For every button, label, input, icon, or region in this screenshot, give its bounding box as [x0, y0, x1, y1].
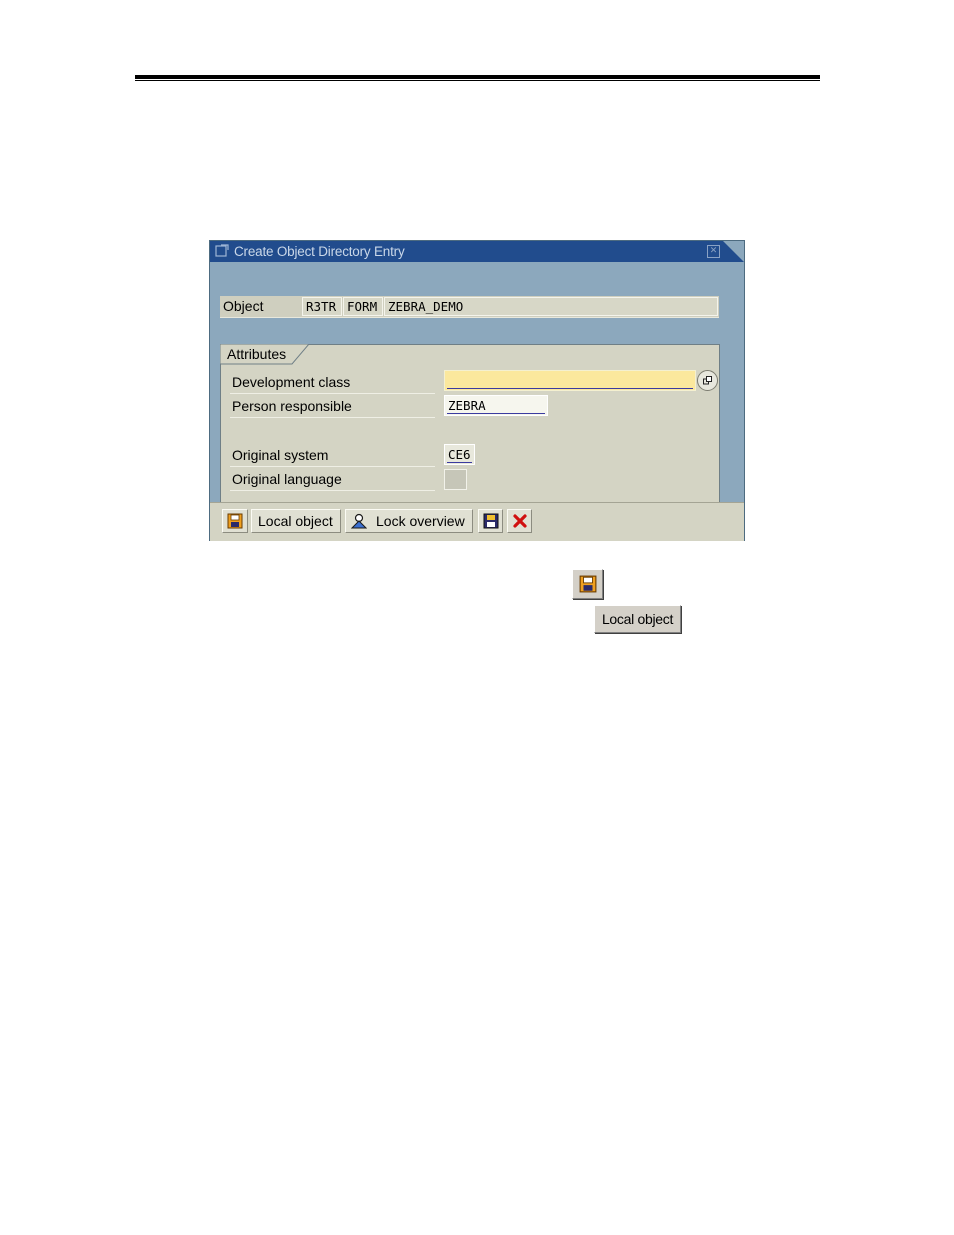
person-responsible-input[interactable]: ZEBRA: [444, 395, 548, 416]
original-system-input[interactable]: CE6: [444, 444, 475, 465]
lock-overview-button-label: Lock overview: [376, 513, 465, 529]
save-to-request-icon: [483, 513, 499, 529]
original-language-input[interactable]: [444, 469, 467, 490]
save-icon: [227, 513, 243, 529]
object-name-field: ZEBRA_DEMO: [384, 297, 718, 316]
original-system-label: Original system: [232, 447, 329, 463]
object-row: Object R3TR FORM ZEBRA_DEMO: [220, 296, 719, 318]
object-type-field: FORM: [343, 297, 383, 316]
titlebar-corner: [723, 241, 744, 262]
object-pgmid-field: R3TR: [302, 297, 342, 316]
original-system-row: Original system: [230, 442, 435, 467]
original-language-row: Original language: [230, 466, 435, 491]
dialog-titlebar: Create Object Directory Entry ✕: [210, 241, 744, 262]
development-class-search-help-button[interactable]: [697, 370, 718, 391]
header-rule-thin: [135, 80, 820, 81]
dialog-title: Create Object Directory Entry: [234, 244, 405, 259]
standalone-save-button[interactable]: [572, 569, 603, 599]
development-class-row: Development class: [230, 369, 435, 394]
lock-overview-icon: [351, 513, 367, 529]
save-to-request-button[interactable]: [478, 509, 503, 533]
local-object-button[interactable]: Local object: [251, 509, 341, 533]
attributes-group-tab: Attributes: [220, 344, 310, 365]
development-class-input[interactable]: [444, 370, 696, 391]
person-responsible-row: Person responsible: [230, 393, 435, 418]
object-label: Object: [223, 298, 264, 314]
dialog-window-icon: [215, 244, 229, 257]
development-class-underline: [447, 388, 693, 389]
original-system-underline: [447, 462, 472, 463]
save-button[interactable]: [222, 509, 248, 533]
save-icon: [579, 575, 597, 593]
attributes-group: Attributes Development class Person resp…: [220, 344, 720, 506]
local-object-button-label: Local object: [258, 513, 333, 529]
dialog-toolbar: Local object Lock overview: [210, 502, 744, 541]
header-rule: [135, 75, 820, 82]
attributes-group-label: Attributes: [227, 346, 287, 362]
create-object-directory-dialog: Create Object Directory Entry ✕ Object R…: [209, 240, 745, 541]
cancel-icon: [513, 514, 527, 528]
standalone-local-object-button[interactable]: Local object: [594, 605, 681, 633]
close-icon[interactable]: ✕: [707, 245, 720, 258]
person-responsible-value: ZEBRA: [448, 398, 486, 413]
search-help-icon: [703, 376, 712, 385]
dialog-body: Object R3TR FORM ZEBRA_DEMO Attributes D…: [210, 262, 744, 506]
original-language-label: Original language: [232, 471, 342, 487]
header-rule-thick: [135, 75, 820, 79]
cancel-button[interactable]: [507, 509, 532, 533]
person-responsible-label: Person responsible: [232, 398, 352, 414]
original-system-value: CE6: [448, 447, 471, 462]
person-responsible-underline: [447, 413, 545, 414]
lock-overview-button[interactable]: Lock overview: [345, 509, 473, 533]
development-class-label: Development class: [232, 374, 351, 390]
